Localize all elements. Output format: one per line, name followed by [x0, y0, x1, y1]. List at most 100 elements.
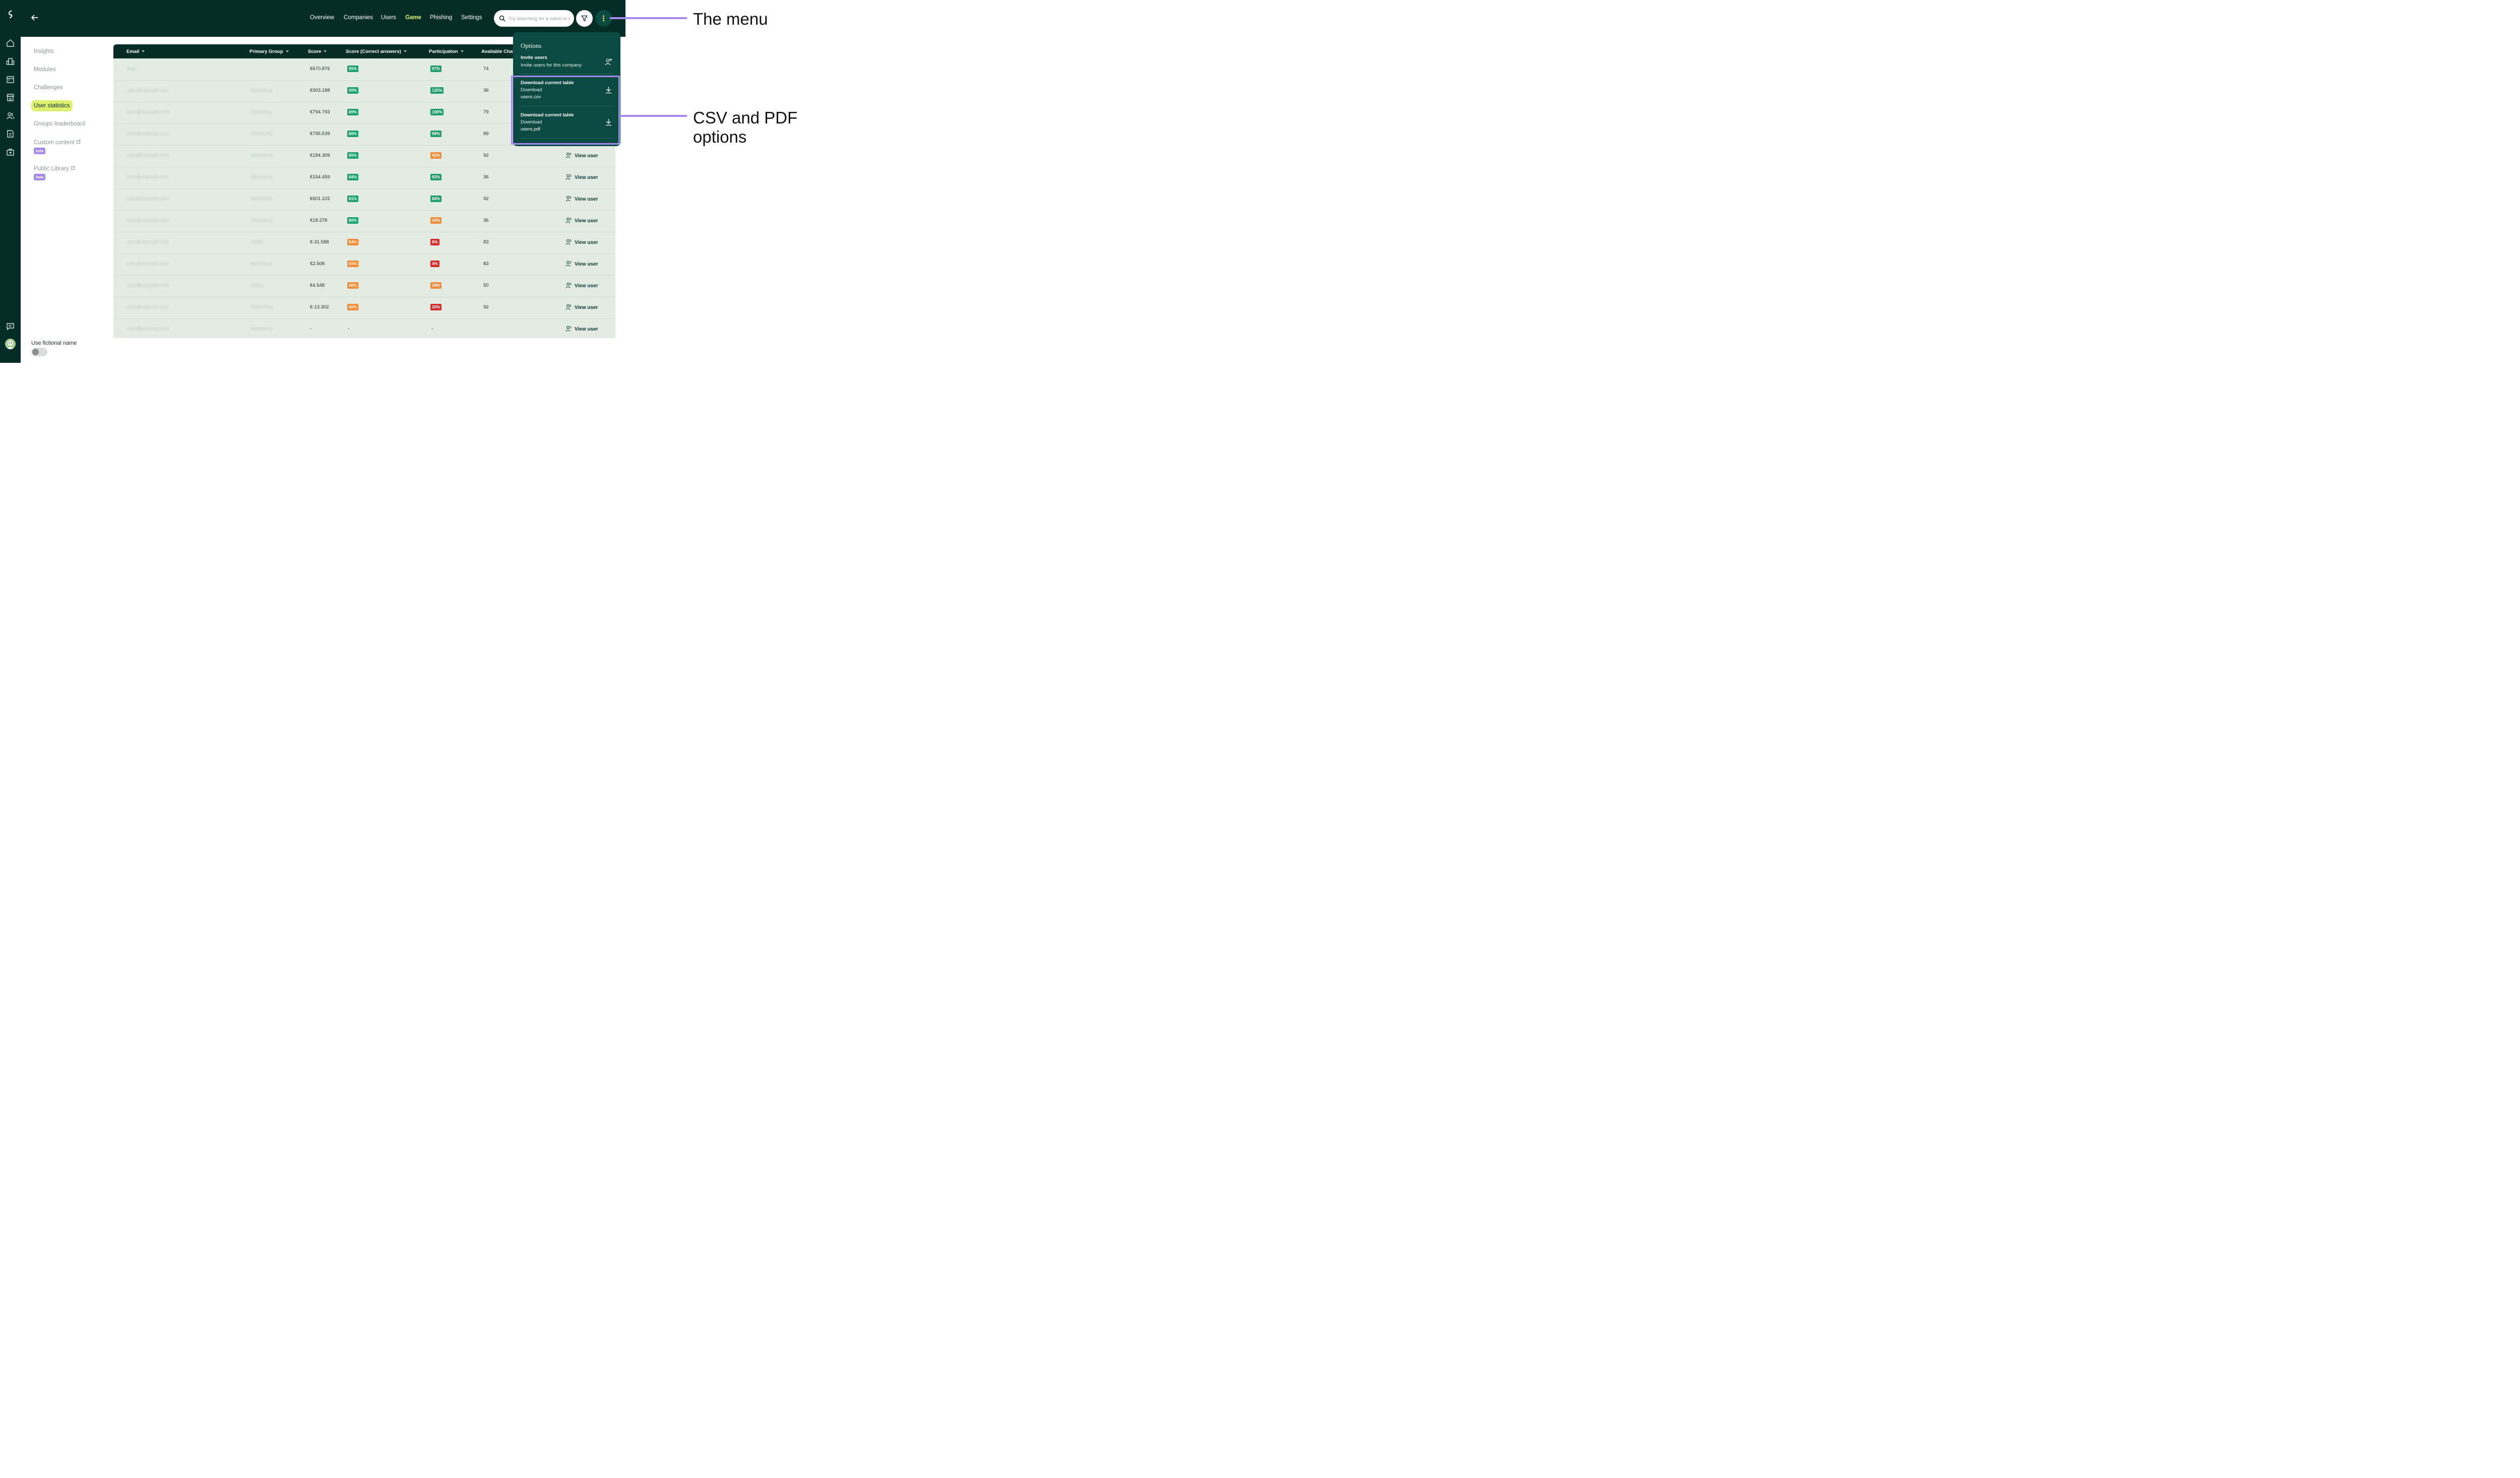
sidebar-item-label: User statistics: [34, 103, 70, 109]
email-cell: user@example.com: [127, 326, 169, 332]
primary-group-cell: Sales: [251, 283, 263, 288]
correct-answers-badge: 90%: [347, 87, 359, 94]
view-user-button[interactable]: View user: [565, 239, 598, 245]
menu-item-title: Invite users: [521, 55, 547, 60]
sidebar-item-label: Public Library: [34, 166, 69, 172]
view-user-button[interactable]: View user: [565, 282, 598, 289]
available-challenges-cell: 36: [483, 174, 489, 180]
tab-overview[interactable]: Overview: [310, 15, 334, 21]
sidebar-item-modules[interactable]: Modules: [31, 64, 58, 75]
chat-icon[interactable]: [6, 322, 15, 331]
user-icon: [565, 152, 572, 158]
score-cell: €794.793: [310, 109, 330, 115]
csv-pdf-callout-line: [620, 115, 687, 117]
primary-group-cell: Sales: [251, 239, 263, 245]
user-icon: [565, 304, 572, 310]
search-icon: [499, 15, 506, 22]
table-row: user@example.com Marketing €154.459 84% 92% 3…: [113, 167, 615, 189]
view-user-label: View user: [575, 283, 598, 289]
sidebar-item-label: Groups leaderboard: [34, 121, 86, 127]
external-link-icon: [71, 166, 75, 170]
available-challenges-cell: 92: [483, 304, 489, 310]
view-user-button[interactable]: View user: [565, 196, 598, 202]
email-cell: user@example.com: [127, 239, 169, 245]
correct-answers-badge: 89%: [347, 109, 359, 115]
sidebar-item-insights[interactable]: Insights: [31, 46, 56, 57]
column-header-primary-group[interactable]: Primary Group: [249, 49, 289, 54]
menu-title: Options: [521, 42, 542, 49]
calendar-icon[interactable]: [6, 75, 15, 84]
sidebar-item-public-library[interactable]: Public Library: [31, 163, 78, 174]
participation-badge: 20%: [430, 304, 442, 310]
kebab-menu-icon: [603, 15, 604, 22]
column-header-score[interactable]: Score: [308, 49, 327, 54]
available-challenges-cell: 83: [483, 261, 489, 267]
top-bar: Overview Companies Users Game Phishing S…: [21, 0, 625, 37]
score-cell: €795.539: [310, 131, 330, 137]
user-icon: [565, 196, 572, 202]
column-header-correct-answers[interactable]: Score (Correct answers): [346, 49, 407, 54]
store-icon[interactable]: [6, 93, 15, 102]
participation-badge: 42%: [430, 217, 442, 224]
tab-companies[interactable]: Companies: [344, 15, 373, 21]
filter-button[interactable]: [576, 10, 593, 27]
primary-group-cell: Marketing: [251, 261, 272, 267]
correct-answers-badge: 40%: [347, 304, 359, 310]
column-header-available-challenges[interactable]: Available Chal: [481, 49, 514, 54]
sort-caret-icon: [460, 50, 464, 52]
medical-kit-icon[interactable]: [6, 148, 15, 156]
fictional-name-toggle[interactable]: [31, 348, 47, 356]
column-header-email[interactable]: Email: [127, 49, 145, 54]
correct-answers-cell: -: [348, 326, 350, 332]
sort-caret-icon: [403, 50, 407, 52]
participation-badge: 42%: [430, 152, 442, 159]
search-input[interactable]: [508, 14, 571, 24]
back-arrow-icon[interactable]: [30, 13, 39, 22]
score-cell: €303.188: [310, 88, 330, 93]
available-challenges-cell: 79: [483, 109, 489, 115]
view-user-button[interactable]: View user: [565, 152, 598, 159]
menu-callout-line: [610, 17, 687, 19]
reports-icon[interactable]: [6, 130, 15, 138]
email-cell: user@example.com: [127, 153, 169, 158]
participation-badge: 34%: [430, 282, 442, 289]
participation-badge: 92%: [430, 174, 442, 180]
score-cell: €154.459: [310, 174, 330, 180]
csv-pdf-callout-text-line1: CSV and PDF: [693, 108, 798, 127]
sidebar-item-challenges[interactable]: Challenges: [31, 82, 66, 93]
tab-settings[interactable]: Settings: [461, 15, 482, 21]
primary-group-cell: Marketing: [251, 174, 272, 180]
primary-group-cell: Marketing: [251, 304, 272, 310]
sidebar-item-label: Challenges: [34, 85, 63, 91]
sort-caret-icon: [285, 50, 289, 52]
view-user-button[interactable]: View user: [565, 304, 598, 310]
view-user-button[interactable]: View user: [565, 326, 598, 332]
tab-phishing[interactable]: Phishing: [430, 15, 452, 21]
column-header-participation[interactable]: Participation: [429, 49, 464, 54]
score-cell: -: [310, 326, 312, 332]
user-icon: [565, 239, 572, 245]
sidebar-item-custom-content[interactable]: Custom content: [31, 137, 83, 148]
home-icon[interactable]: [6, 39, 15, 47]
score-cell: €601.102: [310, 196, 330, 202]
avatar[interactable]: [5, 339, 16, 349]
tab-users[interactable]: Users: [381, 15, 396, 21]
participation-badge: 125%: [430, 87, 444, 94]
users-icon[interactable]: [6, 111, 15, 120]
tab-game[interactable]: Game: [405, 15, 421, 21]
menu-item-invite-users[interactable]: Invite users Invite users for this compa…: [513, 55, 620, 75]
view-user-button[interactable]: View user: [565, 174, 598, 180]
logo-icon[interactable]: [6, 10, 15, 20]
csv-pdf-highlight-box: [511, 76, 620, 145]
score-cell: €-31.588: [310, 239, 329, 245]
sidebar-item-user-statistics[interactable]: User statistics: [31, 100, 73, 111]
companies-icon[interactable]: [6, 57, 15, 66]
sidebar-item-groups-leaderboard[interactable]: Groups leaderboard: [31, 118, 88, 130]
beta-badge: beta: [34, 174, 46, 180]
table-row: user@example.com Sales €4.548 48% 34% 50 View …: [113, 275, 615, 297]
view-user-button[interactable]: View user: [565, 217, 598, 224]
view-user-label: View user: [575, 262, 598, 267]
view-user-button[interactable]: View user: [565, 261, 598, 267]
available-challenges-cell: 36: [483, 218, 489, 223]
primary-group-cell: Marketing: [251, 131, 272, 137]
